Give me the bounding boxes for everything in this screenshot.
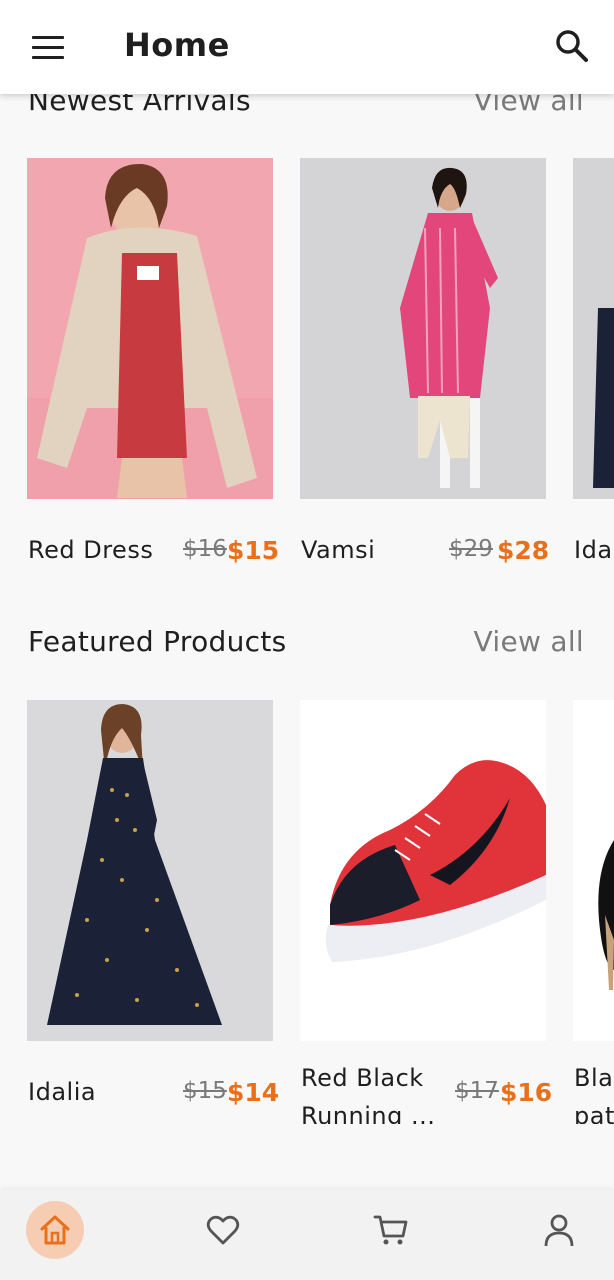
product-image-red-dress[interactable] <box>27 158 273 499</box>
nav-cart-button[interactable] <box>362 1201 420 1259</box>
hamburger-menu-icon[interactable] <box>32 36 64 60</box>
product-name: Idalia <box>28 1078 97 1106</box>
bottom-navigation <box>0 1190 614 1280</box>
product-name: Ida <box>574 536 613 564</box>
product-price: $16 <box>500 1078 553 1107</box>
product-price: $28 <box>497 536 550 565</box>
heart-icon <box>206 1215 240 1245</box>
product-price: $14 <box>227 1078 280 1107</box>
nav-home-button[interactable] <box>26 1201 84 1259</box>
product-old-price: $16 <box>183 536 227 562</box>
app-bar: Home <box>0 0 614 94</box>
nav-profile-button[interactable] <box>530 1201 588 1259</box>
product-old-price: $17 <box>455 1078 499 1104</box>
view-all-newest-arrivals-link[interactable]: View all <box>474 94 584 117</box>
product-image-red-black-running[interactable] <box>300 700 546 1041</box>
product-image-black-patent[interactable] <box>573 700 614 1041</box>
section-title-newest-arrivals: Newest Arrivals <box>28 94 251 117</box>
home-icon <box>40 1215 70 1245</box>
product-image-vamsi[interactable] <box>300 158 546 499</box>
product-name-line2: pat <box>574 1102 614 1124</box>
product-old-price: $29 <box>449 536 493 562</box>
page-title: Home <box>124 26 230 64</box>
profile-icon <box>544 1214 574 1247</box>
search-icon[interactable] <box>552 26 592 66</box>
home-scroll-content[interactable]: Newest Arrivals View all Red Dress $16 $… <box>0 94 614 1190</box>
view-all-featured-products-link[interactable]: View all <box>474 625 584 658</box>
product-name-line1: Red Black <box>301 1064 424 1092</box>
product-name-line2: Running ... <box>301 1102 436 1124</box>
nav-favorites-button[interactable] <box>194 1201 252 1259</box>
product-name-line1: Bla <box>574 1064 614 1092</box>
product-image-ida[interactable] <box>573 158 614 499</box>
product-old-price: $15 <box>183 1078 227 1104</box>
cart-icon <box>373 1215 408 1245</box>
product-name: Red Dress <box>28 536 154 564</box>
section-title-featured-products: Featured Products <box>28 625 287 658</box>
product-name: Vamsi <box>301 536 376 564</box>
product-price: $15 <box>227 536 280 565</box>
product-image-idalia[interactable] <box>27 700 273 1041</box>
